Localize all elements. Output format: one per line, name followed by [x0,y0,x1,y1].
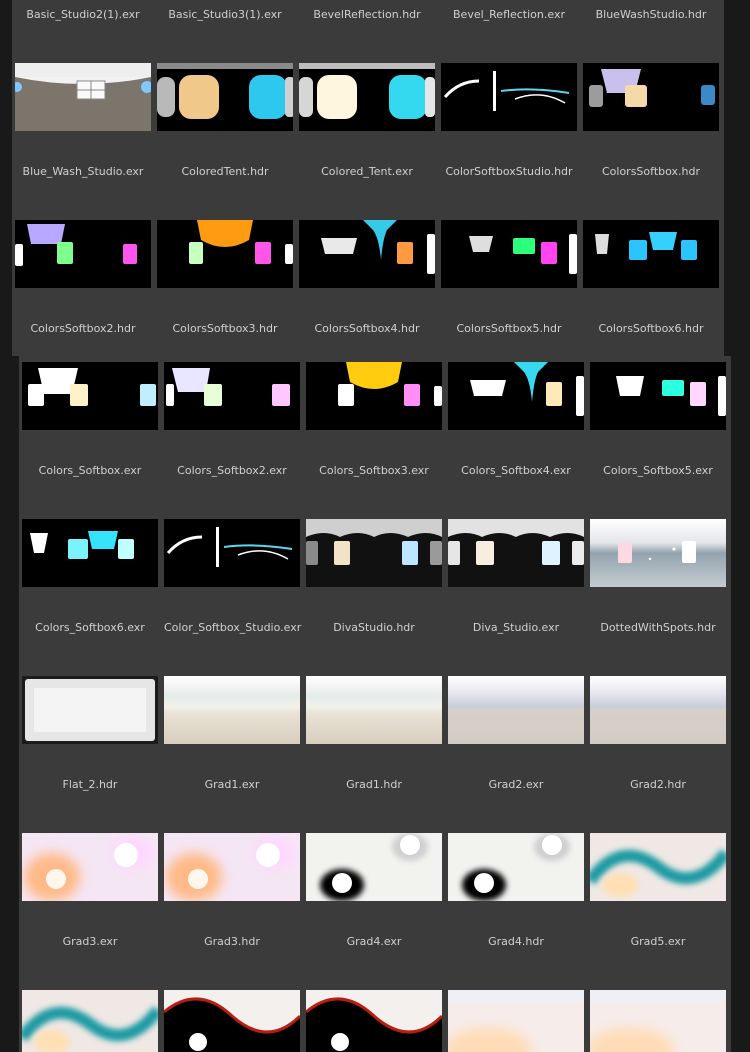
thumbnail-colorssoftbox5-hdr[interactable] [441,220,577,288]
thumbnail-colorssoftbox3-hdr[interactable] [157,220,293,288]
file-name-label: Colors_Softbox4.exr [461,464,571,477]
thumbnail-grad4-exr[interactable] [306,833,442,901]
file-name-label: ColorsSoftbox4.hdr [314,322,420,335]
file-name-label: Flat_2.hdr [62,778,118,791]
file-name-label: Basic_Studio3(1).exr [168,8,282,21]
file-name-label: Grad1.exr [204,778,260,791]
file-name-label: ColorsSoftbox6.hdr [598,322,704,335]
thumbnail-colors-softbox2-exr[interactable] [164,362,300,430]
file-name-label: Colored_Tent.exr [321,165,413,178]
file-name-label: Grad3.hdr [204,935,260,948]
thumbnail-grad2-hdr[interactable] [590,676,726,744]
file-name-label: Colors_Softbox5.exr [603,464,713,477]
file-name-label: Basic_Studio2(1).exr [26,8,140,21]
file-name-label: Colors_Softbox2.exr [177,464,287,477]
thumbnail-gradient-peach[interactable] [590,990,726,1052]
thumbnail-colorsoftboxstudio-hdr[interactable] [441,63,577,131]
thumbnail-colors-softbox-exr[interactable] [22,362,158,430]
file-name-label: ColorsSoftbox3.hdr [172,322,278,335]
thumbnail-gradient-red-wave[interactable] [164,990,300,1052]
thumbnail-blue-wash-studio-exr[interactable] [15,63,151,131]
file-name-label: Colors_Softbox6.exr [35,621,145,634]
thumbnail-grad3-hdr[interactable] [164,833,300,901]
file-name-label: BlueWashStudio.hdr [595,8,707,21]
thumbnail-colorssoftbox-hdr[interactable] [583,63,719,131]
thumbnail-grad1-exr[interactable] [164,676,300,744]
thumbnail-divastudio-hdr[interactable] [306,519,442,587]
thumbnail-colorssoftbox2-hdr[interactable] [15,220,151,288]
file-name-label: ColorSoftboxStudio.hdr [445,165,573,178]
thumbnail-colored-tent-exr[interactable] [299,63,435,131]
thumbnail-gradient-teal-wave[interactable] [22,990,158,1052]
thumbnail-dottedwithspots-hdr[interactable] [590,519,726,587]
thumbnail-grad2-exr[interactable] [448,676,584,744]
thumbnail-grid-bottom: Colors_Softbox.exr Colors_Softbox2.exr Col… [19,356,731,1052]
file-name-label: Bevel_Reflection.exr [453,8,565,21]
thumbnail-colors-softbox5-exr[interactable] [590,362,726,430]
file-name-label: Grad1.hdr [346,778,402,791]
thumbnail-gradient-peach[interactable] [448,990,584,1052]
file-name-label: Diva_Studio.exr [472,621,560,634]
file-name-label: Grad2.hdr [630,778,686,791]
thumbnail-grad1-hdr[interactable] [306,676,442,744]
file-name-label: ColorsSoftbox2.hdr [30,322,136,335]
thumbnail-grad5-exr[interactable] [590,833,726,901]
file-name-label: Grad5.exr [630,935,686,948]
thumbnail-color-softbox-studio-exr[interactable] [164,519,300,587]
thumbnail-grad4-hdr[interactable] [448,833,584,901]
file-name-label: Grad3.exr [62,935,118,948]
thumbnail-colors-softbox3-exr[interactable] [306,362,442,430]
file-name-label: ColorsSoftbox5.hdr [456,322,562,335]
file-name-label: Grad2.exr [488,778,544,791]
file-name-label: DottedWithSpots.hdr [600,621,716,634]
file-name-label: Grad4.exr [346,935,402,948]
file-name-label: Grad4.hdr [488,935,544,948]
thumbnail-colorssoftbox4-hdr[interactable] [299,220,435,288]
file-name-label: Blue_Wash_Studio.exr [22,165,144,178]
thumbnail-coloredtent-hdr[interactable] [157,63,293,131]
thumbnail-diva-studio-exr[interactable] [448,519,584,587]
thumbnail-flat-2-hdr[interactable] [22,676,158,744]
file-name-label: BevelReflection.hdr [313,8,421,21]
file-name-label: Colors_Softbox.exr [38,464,142,477]
file-name-label: ColorsSoftbox.hdr [601,165,700,178]
thumbnail-colors-softbox4-exr[interactable] [448,362,584,430]
file-name-label: DivaStudio.hdr [333,621,415,634]
file-name-label: ColoredTent.hdr [181,165,269,178]
thumbnail-grad3-exr[interactable] [22,833,158,901]
thumbnail-grid-top: Basic_Studio2(1).exr Basic_Studio3(1).exr… [12,0,724,356]
file-name-label: Colors_Softbox3.exr [319,464,429,477]
file-name-label: Color_Softbox_Studio.exr [164,621,302,634]
thumbnail-colorssoftbox6-hdr[interactable] [583,220,719,288]
thumbnail-colors-softbox6-exr[interactable] [22,519,158,587]
thumbnail-gradient-red-wave[interactable] [306,990,442,1052]
